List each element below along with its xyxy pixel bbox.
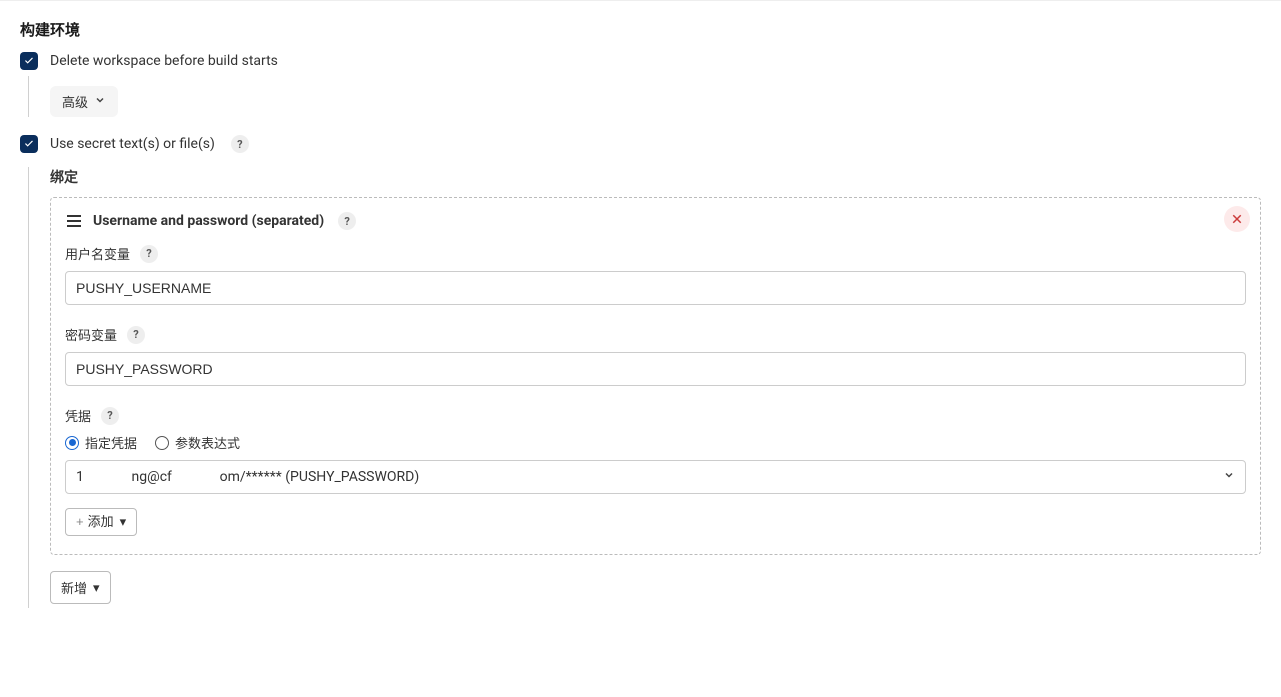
help-icon[interactable]: ? bbox=[140, 245, 158, 263]
chevron-down-icon bbox=[94, 94, 106, 109]
radio-dot-icon bbox=[155, 436, 169, 450]
binding-title: 绑定 bbox=[50, 167, 1261, 187]
new-binding-button[interactable]: 新增 ▾ bbox=[50, 571, 111, 604]
username-var-input[interactable] bbox=[65, 271, 1246, 305]
radio-specific-label: 指定凭据 bbox=[85, 433, 137, 452]
username-var-label: 用户名变量 bbox=[65, 244, 130, 263]
add-button-label: 添加 bbox=[88, 515, 114, 529]
caret-down-icon: ▾ bbox=[93, 580, 100, 596]
advanced-button[interactable]: 高级 bbox=[50, 86, 118, 117]
checkbox-use-secret[interactable] bbox=[20, 135, 38, 153]
help-icon[interactable]: ? bbox=[338, 212, 356, 230]
radio-param-expression[interactable]: 参数表达式 bbox=[155, 433, 240, 452]
label-delete-workspace: Delete workspace before build starts bbox=[50, 53, 278, 69]
radio-dot-icon bbox=[65, 436, 79, 450]
caret-down-icon: ▾ bbox=[120, 515, 127, 529]
binding-panel: Username and password (separated) ? 用户名变… bbox=[50, 197, 1261, 555]
credentials-select-value: 1xxxxxxng@cfxxxxxxom/****** (PUSHY_PASSW… bbox=[76, 469, 419, 485]
drag-handle-icon[interactable] bbox=[65, 213, 83, 229]
panel-title: Username and password (separated) bbox=[93, 213, 324, 229]
add-credential-button[interactable]: + 添加 ▾ bbox=[65, 508, 137, 536]
credentials-select[interactable]: 1xxxxxxng@cfxxxxxxom/****** (PUSHY_PASSW… bbox=[65, 460, 1246, 494]
close-button[interactable] bbox=[1224, 206, 1250, 232]
password-var-label: 密码变量 bbox=[65, 325, 117, 344]
radio-param-label: 参数表达式 bbox=[175, 433, 240, 452]
chevron-down-icon bbox=[1223, 469, 1235, 485]
radio-specific-credentials[interactable]: 指定凭据 bbox=[65, 433, 137, 452]
checkbox-delete-workspace[interactable] bbox=[20, 52, 38, 70]
label-use-secret: Use secret text(s) or file(s) bbox=[50, 136, 215, 152]
plus-icon: + bbox=[76, 515, 84, 529]
new-button-label: 新增 bbox=[61, 578, 87, 597]
section-title-build-env: 构建环境 bbox=[20, 19, 1261, 40]
help-icon[interactable]: ? bbox=[231, 135, 249, 153]
advanced-button-label: 高级 bbox=[62, 92, 88, 111]
help-icon[interactable]: ? bbox=[101, 407, 119, 425]
password-var-input[interactable] bbox=[65, 352, 1246, 386]
help-icon[interactable]: ? bbox=[127, 326, 145, 344]
credentials-label: 凭据 bbox=[65, 406, 91, 425]
